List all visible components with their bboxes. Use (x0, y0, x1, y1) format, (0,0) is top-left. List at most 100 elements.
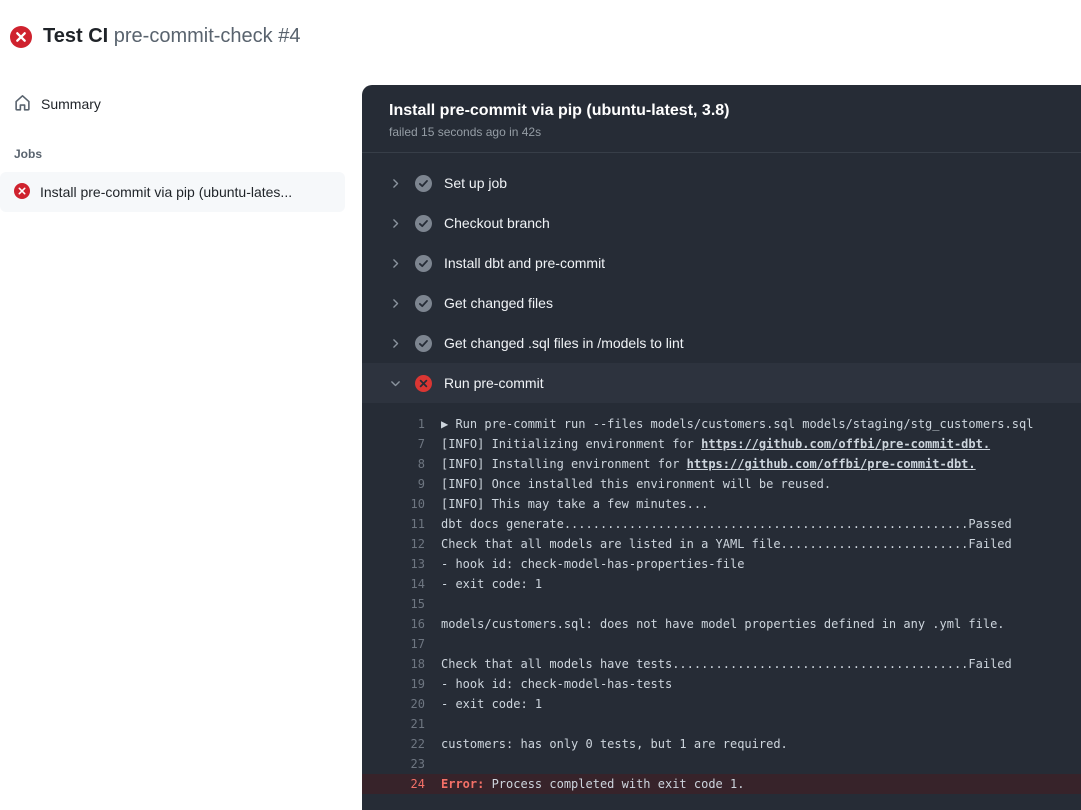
step-success-icon (415, 175, 432, 192)
step-row-checkout-branch[interactable]: Checkout branch (362, 203, 1081, 243)
log-line-text: Error: Process completed with exit code … (441, 774, 744, 794)
log-line-text: - exit code: 1 (441, 574, 542, 594)
log-line-text: - hook id: check-model-has-properties-fi… (441, 554, 744, 574)
log-group-toggle-icon[interactable]: ▶ (441, 417, 455, 431)
home-icon (14, 94, 31, 114)
log-line-number[interactable]: 22 (362, 734, 425, 754)
log-line: 8 [INFO] Installing environment for http… (362, 454, 1081, 474)
log-line: 24 Error: Process completed with exit co… (362, 774, 1081, 794)
log-line: 14 - exit code: 1 (362, 574, 1081, 594)
step-name: Get changed files (444, 295, 553, 311)
log-line-number[interactable]: 18 (362, 654, 425, 674)
log-line-number[interactable]: 12 (362, 534, 425, 554)
step-row-get-changed-files[interactable]: Get changed files (362, 283, 1081, 323)
log-line-number[interactable]: 20 (362, 694, 425, 714)
log-line-number[interactable]: 23 (362, 754, 425, 774)
log-line: 15 (362, 594, 1081, 614)
log-line: 11 dbt docs generate....................… (362, 514, 1081, 534)
job-failed-icon (14, 183, 30, 202)
log-line-number[interactable]: 15 (362, 594, 425, 614)
log-text-segment: Check that all models are listed in a YA… (441, 537, 1012, 551)
job-log-panel: Install pre-commit via pip (ubuntu-lates… (362, 85, 1081, 810)
sidebar-jobs-heading: Jobs (14, 147, 348, 161)
step-row-install-dbt-and-pre-commit[interactable]: Install dbt and pre-commit (362, 243, 1081, 283)
log-text-segment: Run pre-commit run --files models/custom… (455, 417, 1033, 431)
chevron-right-icon[interactable] (389, 256, 403, 270)
log-line-text: [INFO] Initializing environment for http… (441, 434, 990, 454)
log-line-number[interactable]: 7 (362, 434, 425, 454)
log-line-number[interactable]: 16 (362, 614, 425, 634)
step-name: Run pre-commit (444, 375, 544, 391)
run-failed-icon (10, 26, 32, 48)
log-line-text: [INFO] Installing environment for https:… (441, 454, 976, 474)
step-row-get-changed-sql-files-in-models-to-lint[interactable]: Get changed .sql files in /models to lin… (362, 323, 1081, 363)
chevron-right-icon[interactable] (389, 336, 403, 350)
chevron-right-icon[interactable] (389, 216, 403, 230)
steps-list: Set up job Checkout branch (362, 152, 1081, 403)
log-line-text: customers: has only 0 tests, but 1 are r… (441, 734, 788, 754)
step-name: Set up job (444, 175, 507, 191)
log-line-number[interactable]: 17 (362, 634, 425, 654)
log-line-number[interactable]: 1 (362, 414, 425, 434)
log-line: 7 [INFO] Initializing environment for ht… (362, 434, 1081, 454)
log-line-number[interactable]: 11 (362, 514, 425, 534)
log-link-url[interactable]: https://github.com/offbi/pre-commit-dbt. (687, 457, 976, 471)
log-line: 13 - hook id: check-model-has-properties… (362, 554, 1081, 574)
workflow-name: Test CI (43, 25, 108, 47)
log-line-text: Check that all models are listed in a YA… (441, 534, 1012, 554)
chevron-right-icon[interactable] (389, 176, 403, 190)
chevron-right-icon[interactable] (389, 296, 403, 310)
log-line-text: ▶ Run pre-commit run --files models/cust… (441, 414, 1033, 434)
log-line-number[interactable]: 24 (362, 774, 425, 794)
log-line-text: - exit code: 1 (441, 694, 542, 714)
log-line: 17 (362, 634, 1081, 654)
log-text-segment: customers: has only 0 tests, but 1 are r… (441, 737, 788, 751)
log-line: 16 models/customers.sql: does not have m… (362, 614, 1081, 634)
log-text-segment: [INFO] Once installed this environment w… (441, 477, 831, 491)
log-line: 20 - exit code: 1 (362, 694, 1081, 714)
log-line: 19 - hook id: check-model-has-tests (362, 674, 1081, 694)
log-line: 23 (362, 754, 1081, 774)
log-line-number[interactable]: 19 (362, 674, 425, 694)
log-line-number[interactable]: 10 (362, 494, 425, 514)
step-success-icon (415, 295, 432, 312)
log-line-number[interactable]: 21 (362, 714, 425, 734)
log-line-number[interactable]: 13 (362, 554, 425, 574)
chevron-down-icon[interactable] (389, 376, 403, 390)
log-line-text: - hook id: check-model-has-tests (441, 674, 672, 694)
log-line-text: Check that all models have tests........… (441, 654, 1012, 674)
step-row-set-up-job[interactable]: Set up job (362, 163, 1081, 203)
step-row-run-pre-commit[interactable]: Run pre-commit (362, 363, 1081, 403)
page-title: Test CI pre-commit-check #4 (43, 25, 300, 48)
log-line-number[interactable]: 8 (362, 454, 425, 474)
log-line: 9 [INFO] Once installed this environment… (362, 474, 1081, 494)
run-name: pre-commit-check #4 (114, 25, 301, 47)
log-line: 22 customers: has only 0 tests, but 1 ar… (362, 734, 1081, 754)
step-name: Get changed .sql files in /models to lin… (444, 335, 684, 351)
workflow-run-page: Test CI pre-commit-check #4 Summary Jobs… (0, 0, 1081, 810)
log-text-segment: dbt docs generate.......................… (441, 517, 1012, 531)
sidebar-job-label: Install pre-commit via pip (ubuntu-lates… (40, 184, 292, 200)
log-text-segment: - exit code: 1 (441, 577, 542, 591)
job-status-text: failed 15 seconds ago in 42s (389, 125, 1054, 139)
step-failed-icon (415, 375, 432, 392)
job-log-header: Install pre-commit via pip (ubuntu-lates… (362, 85, 1081, 152)
log-line: 1 ▶ Run pre-commit run --files models/cu… (362, 414, 1081, 434)
sidebar-item-summary[interactable]: Summary (0, 88, 362, 120)
sidebar: Summary Jobs Install pre-commit via pip … (0, 88, 362, 212)
sidebar-item-job[interactable]: Install pre-commit via pip (ubuntu-lates… (0, 172, 345, 212)
log-text-segment: - exit code: 1 (441, 697, 542, 711)
job-title: Install pre-commit via pip (ubuntu-lates… (389, 102, 1054, 120)
log-line: 18 Check that all models have tests.....… (362, 654, 1081, 674)
log-link-url[interactable]: https://github.com/offbi/pre-commit-dbt. (701, 437, 990, 451)
step-name: Checkout branch (444, 215, 550, 231)
log-text-segment: - hook id: check-model-has-properties-fi… (441, 557, 744, 571)
workflow-run-header: Test CI pre-commit-check #4 (10, 25, 300, 48)
log-text-segment: [INFO] Initializing environment for (441, 437, 701, 451)
log-text-segment: Check that all models have tests........… (441, 657, 1012, 671)
log-line-number[interactable]: 9 (362, 474, 425, 494)
log-line-number[interactable]: 14 (362, 574, 425, 594)
log-line-text: dbt docs generate.......................… (441, 514, 1012, 534)
log-text-segment: [INFO] Installing environment for (441, 457, 687, 471)
log-line: 21 (362, 714, 1081, 734)
